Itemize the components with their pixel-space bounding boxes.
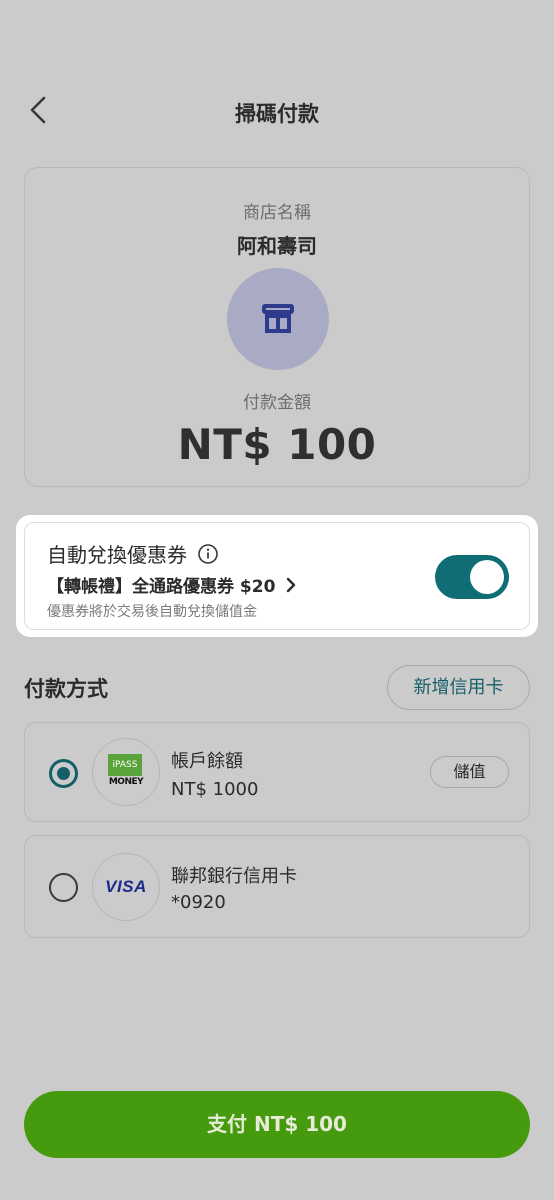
method-name: 聯邦銀行信用卡: [171, 866, 297, 887]
method-card-number: *0920: [171, 892, 226, 913]
ipass-logo-top: iPASS: [108, 754, 142, 776]
chevron-right-icon: [285, 577, 297, 593]
toggle-knob: [470, 560, 504, 594]
coupon-highlight: 自動兌換優惠券 【轉帳禮】全通路優惠券 $20 優惠券將於交易後自動兌換儲值金: [16, 515, 538, 637]
header: 掃碼付款: [0, 80, 554, 144]
visa-logo-text: VISA: [105, 877, 147, 896]
coupon-title-row: 自動兌換優惠券: [47, 539, 219, 568]
payment-section-title: 付款方式: [24, 677, 108, 701]
visa-logo: VISA: [92, 853, 160, 921]
coupon-card: 自動兌換優惠券 【轉帳禮】全通路優惠券 $20 優惠券將於交易後自動兌換儲值金: [24, 522, 530, 630]
method-balance: NT$ 1000: [171, 779, 259, 800]
merchant-label: 商店名稱: [243, 203, 311, 223]
ipass-logo-bottom: MONEY: [108, 777, 144, 787]
coupon-title: 自動兌換優惠券: [47, 543, 187, 567]
info-icon[interactable]: [197, 543, 219, 565]
payment-method-credit-card[interactable]: VISA 聯邦銀行信用卡 *0920: [24, 835, 530, 938]
method-name: 帳戶餘額: [171, 751, 243, 772]
merchant-card: 商店名稱 阿和壽司 付款金額 NT$ 100: [24, 167, 530, 487]
coupon-offer-text: 【轉帳禮】全通路優惠券 $20: [47, 577, 276, 597]
pay-button[interactable]: 支付 NT$ 100: [24, 1091, 530, 1158]
auto-redeem-toggle[interactable]: [435, 555, 509, 599]
top-up-button[interactable]: 儲值: [430, 756, 509, 788]
merchant-name: 阿和壽司: [237, 234, 317, 258]
store-icon: [262, 304, 294, 333]
radio-balance[interactable]: [49, 759, 78, 788]
store-avatar: [227, 268, 329, 370]
radio-credit-card[interactable]: [49, 873, 78, 902]
add-credit-card-button[interactable]: 新增信用卡: [387, 665, 530, 710]
page-title: 掃碼付款: [235, 102, 319, 126]
payment-method-balance[interactable]: iPASS MONEY 帳戶餘額 NT$ 1000 儲值: [24, 722, 530, 822]
ipass-logo-mark: iPASS MONEY: [108, 754, 144, 790]
coupon-note: 優惠券將於交易後自動兌換儲值金: [47, 604, 257, 620]
amount-label: 付款金額: [243, 393, 311, 413]
coupon-offer-link[interactable]: 【轉帳禮】全通路優惠券 $20: [47, 572, 297, 597]
ipass-money-logo: iPASS MONEY: [92, 738, 160, 806]
amount-value: NT$ 100: [177, 420, 377, 469]
